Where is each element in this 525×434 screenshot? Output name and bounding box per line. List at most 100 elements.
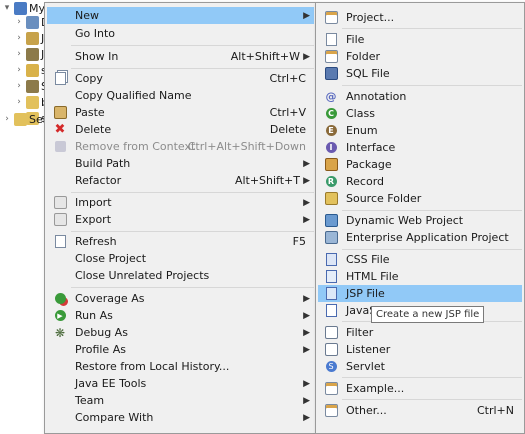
chevron-right-icon: ▶ — [303, 378, 310, 389]
menu-item-remove-from-context[interactable]: Remove from Context Ctrl+Alt+Shift+Down — [47, 138, 314, 155]
menu-item-team[interactable]: Team ▶ — [47, 392, 314, 409]
chevron-right-icon: ▶ — [303, 293, 310, 304]
menu-item-paste[interactable]: Paste Ctrl+V — [47, 104, 314, 121]
menu-item-new[interactable]: New ▶ — [47, 7, 314, 24]
chevron-right-icon: ▶ — [303, 327, 310, 338]
project-icon — [324, 11, 338, 25]
menu-item-delete[interactable]: ✖ Delete Delete — [47, 121, 314, 138]
submenu-item-listener[interactable]: Listener — [318, 341, 522, 358]
enterprise-project-icon — [324, 231, 338, 245]
menu-item-go-into[interactable]: Go Into — [47, 25, 314, 42]
submenu-item-sql-file[interactable]: SQL File — [318, 65, 522, 82]
other-icon — [324, 404, 338, 418]
enum-icon: E — [324, 124, 338, 138]
chevron-right-icon: ▶ — [303, 344, 310, 355]
submenu-item-record[interactable]: R Record — [318, 173, 522, 190]
menu-separator — [342, 28, 522, 29]
sql-file-icon — [324, 67, 338, 81]
copy-icon — [53, 72, 67, 86]
servlet-icon: S — [324, 360, 338, 374]
expand-twisty-icon[interactable]: ▾ — [2, 3, 12, 13]
new-submenu: Project... File Folder SQL File @ Annota… — [315, 2, 525, 434]
submenu-item-example[interactable]: Example... — [318, 380, 522, 397]
submenu-item-html-file[interactable]: HTML File — [318, 268, 522, 285]
chevron-right-icon: ▶ — [303, 412, 310, 423]
submenu-item-project[interactable]: Project... — [318, 9, 522, 26]
submenu-item-other[interactable]: Other... Ctrl+N — [318, 402, 522, 419]
source-folder-icon — [26, 63, 39, 77]
chevron-right-icon[interactable]: › — [14, 33, 24, 43]
chevron-right-icon[interactable]: › — [14, 65, 24, 75]
source-folder-icon — [324, 192, 338, 206]
menu-item-close-project[interactable]: Close Project — [47, 250, 314, 267]
class-icon: C — [324, 107, 338, 121]
remove-context-icon — [53, 140, 67, 154]
submenu-item-folder[interactable]: Folder — [318, 48, 522, 65]
menu-separator — [71, 192, 314, 193]
file-icon — [324, 33, 338, 47]
menu-separator — [342, 210, 522, 211]
submenu-item-enum[interactable]: E Enum — [318, 122, 522, 139]
folder-icon — [26, 95, 39, 109]
chevron-right-icon[interactable]: › — [14, 17, 24, 27]
submenu-item-annotation[interactable]: @ Annotation — [318, 88, 522, 105]
submenu-item-interface[interactable]: I Interface — [318, 139, 522, 156]
menu-item-export[interactable]: Export ▶ — [47, 211, 314, 228]
menu-item-build-path[interactable]: Build Path ▶ — [47, 155, 314, 172]
submenu-item-servlet[interactable]: S Servlet — [318, 358, 522, 375]
menu-item-profile-as[interactable]: Profile As ▶ — [47, 341, 314, 358]
submenu-item-filter[interactable]: Filter — [318, 324, 522, 341]
chevron-right-icon[interactable]: › — [14, 49, 24, 59]
menu-separator — [71, 68, 314, 69]
paste-icon — [53, 106, 67, 120]
servers-folder-icon — [14, 112, 27, 126]
submenu-item-source-folder[interactable]: Source Folder — [318, 190, 522, 207]
submenu-item-enterprise-application-project[interactable]: Enterprise Application Project — [318, 229, 522, 246]
menu-item-copy[interactable]: Copy Ctrl+C — [47, 70, 314, 87]
listener-icon — [324, 343, 338, 357]
menu-item-java-ee-tools[interactable]: Java EE Tools ▶ — [47, 375, 314, 392]
record-icon: R — [324, 175, 338, 189]
menu-separator — [342, 85, 522, 86]
example-icon — [324, 382, 338, 396]
javascript-file-icon — [324, 304, 338, 318]
export-icon — [53, 213, 67, 227]
interface-icon: I — [324, 141, 338, 155]
menu-item-debug-as[interactable]: ❋ Debug As ▶ — [47, 324, 314, 341]
menu-item-coverage-as[interactable]: Coverage As ▶ — [47, 290, 314, 307]
project-icon — [14, 1, 27, 15]
menu-item-refactor[interactable]: Refactor Alt+Shift+T ▶ — [47, 172, 314, 189]
delete-icon: ✖ — [54, 122, 66, 137]
run-icon: ▶ — [53, 309, 67, 323]
submenu-item-jsp-file[interactable]: JSP File — [318, 285, 522, 302]
html-file-icon — [324, 270, 338, 284]
menu-item-compare-with[interactable]: Compare With ▶ — [47, 409, 314, 426]
chevron-right-icon: ▶ — [303, 175, 310, 186]
submenu-item-dynamic-web-project[interactable]: Dynamic Web Project — [318, 212, 522, 229]
menu-item-run-as[interactable]: ▶ Run As ▶ — [47, 307, 314, 324]
menu-item-close-unrelated-projects[interactable]: Close Unrelated Projects — [47, 267, 314, 284]
chevron-right-icon[interactable]: › — [2, 114, 12, 124]
chevron-right-icon: ▶ — [303, 158, 310, 169]
chevron-right-icon: ▶ — [303, 395, 310, 406]
chevron-right-icon: ▶ — [303, 10, 310, 21]
filter-icon — [324, 326, 338, 340]
menu-separator — [342, 249, 522, 250]
menu-item-refresh[interactable]: Refresh F5 — [47, 233, 314, 250]
submenu-item-class[interactable]: C Class — [318, 105, 522, 122]
library-icon — [26, 47, 39, 61]
menu-item-show-in[interactable]: Show In Alt+Shift+W ▶ — [47, 48, 314, 65]
submenu-item-file[interactable]: File — [318, 31, 522, 48]
submenu-item-css-file[interactable]: CSS File — [318, 251, 522, 268]
menu-separator — [71, 45, 314, 46]
menu-item-copy-qualified-name[interactable]: Copy Qualified Name — [47, 87, 314, 104]
deployment-icon — [26, 15, 39, 29]
chevron-right-icon[interactable]: › — [14, 81, 24, 91]
menu-item-restore-local-history[interactable]: Restore from Local History... — [47, 358, 314, 375]
package-icon — [324, 158, 338, 172]
refresh-icon — [53, 235, 67, 249]
menu-item-import[interactable]: Import ▶ — [47, 194, 314, 211]
menu-separator — [342, 399, 522, 400]
chevron-right-icon[interactable]: › — [14, 97, 24, 107]
submenu-item-package[interactable]: Package — [318, 156, 522, 173]
